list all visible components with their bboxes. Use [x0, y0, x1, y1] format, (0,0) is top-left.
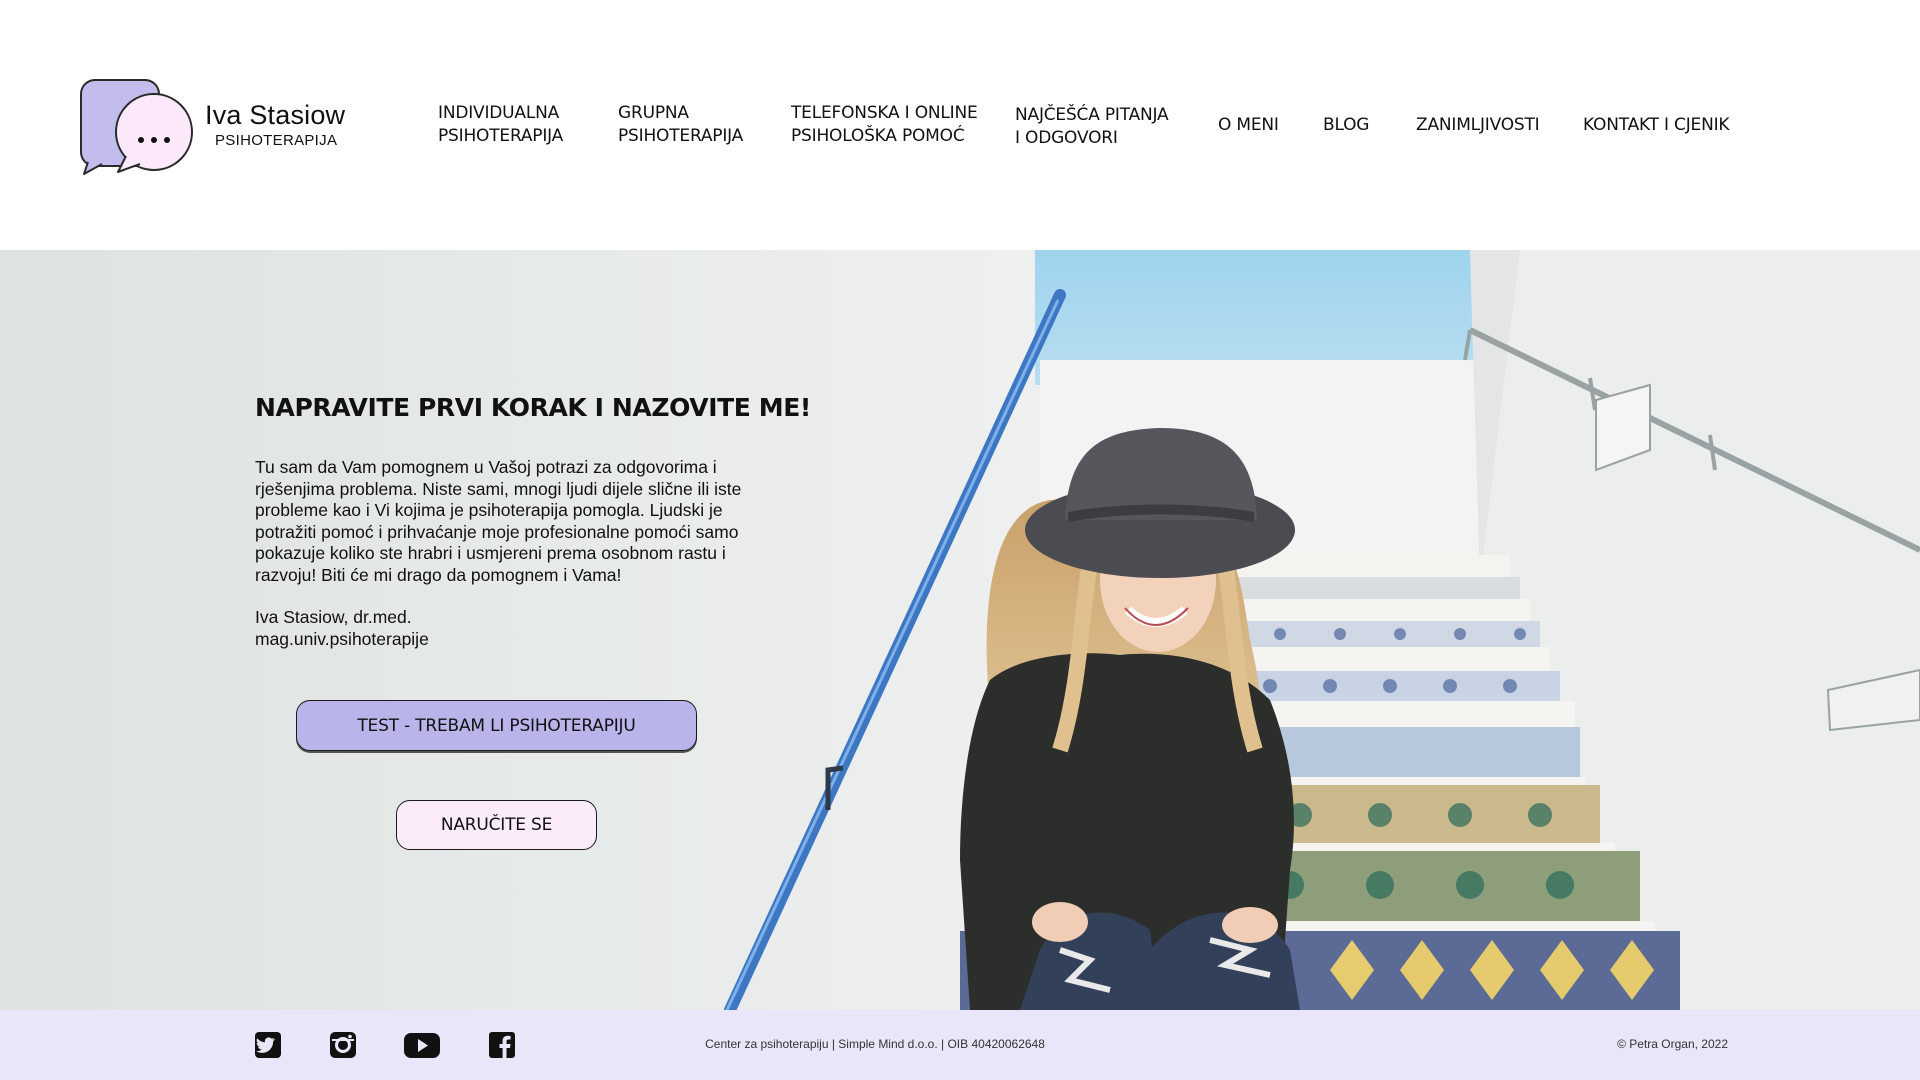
footer-copyright: © Petra Organ, 2022 — [1617, 1037, 1728, 1051]
hero-section: NAPRAVITE PRVI KORAK I NAZOVITE ME! Tu s… — [0, 250, 1920, 1010]
nav-item-contact-pricing[interactable]: KONTAKT I CJENIK — [1583, 114, 1730, 137]
hero-title: NAPRAVITE PRVI KORAK I NAZOVITE ME! — [255, 393, 811, 422]
nav-item-interesting[interactable]: ZANIMLJIVOSTI — [1416, 114, 1540, 137]
hero-description: Tu sam da Vam pomognem u Vašoj potrazi z… — [255, 457, 742, 585]
nav-item-phone-online-help[interactable]: TELEFONSKA I ONLINE PSIHOLOŠKA POMOĆ — [791, 102, 978, 148]
therapy-test-button[interactable]: TEST - TREBAM LI PSIHOTERAPIJU — [296, 700, 697, 751]
nav-item-group-therapy[interactable]: GRUPNA PSIHOTERAPIJA — [618, 102, 743, 148]
book-appointment-button[interactable]: NARUČITE SE — [396, 800, 597, 850]
hero-signature: Iva Stasiow, dr.med. mag.univ.psihoterap… — [255, 607, 429, 650]
nav-item-about[interactable]: O MENI — [1218, 114, 1279, 137]
site-header: Iva Stasiow PSIHOTERAPIJA INDIVIDUALNA P… — [0, 0, 1920, 250]
nav-item-blog[interactable]: BLOG — [1323, 114, 1369, 137]
nav-item-faq[interactable]: NAJČEŠĆA PITANJA I ODGOVORI — [1015, 104, 1169, 150]
nav-item-individual-therapy[interactable]: INDIVIDUALNA PSIHOTERAPIJA — [438, 102, 563, 148]
main-nav: INDIVIDUALNA PSIHOTERAPIJA GRUPNA PSIHOT… — [0, 0, 1920, 250]
site-footer: Center za psihoterapiju | Simple Mind d.… — [0, 1010, 1920, 1080]
signature-name: Iva Stasiow, dr.med. — [255, 607, 412, 627]
footer-company-text: Center za psihoterapiju | Simple Mind d.… — [705, 1037, 1045, 1051]
signature-title: mag.univ.psihoterapije — [255, 628, 429, 649]
